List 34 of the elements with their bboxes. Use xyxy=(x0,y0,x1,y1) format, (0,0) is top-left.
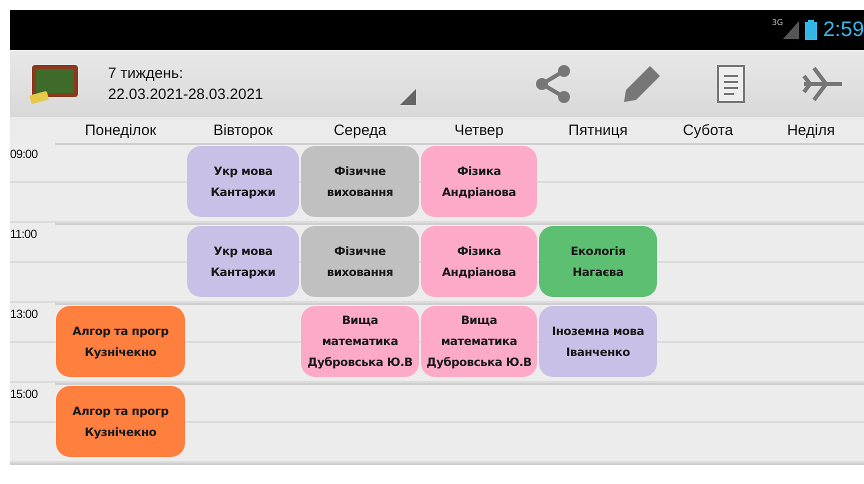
day-header: Субота xyxy=(682,122,734,138)
dropdown-corner-icon[interactable] xyxy=(400,89,416,105)
clock-text: 2:59 xyxy=(823,18,864,42)
lesson-block[interactable]: Укр мова Кантаржи xyxy=(187,146,299,217)
lesson-block[interactable]: Фізика Андріанова xyxy=(421,146,537,217)
time-label: 11:00 xyxy=(10,226,38,241)
signal-icon xyxy=(783,21,800,39)
day-header: Вівторок xyxy=(212,122,274,138)
lesson-block[interactable]: Фізичне виховання xyxy=(301,146,419,217)
network-type-text: 3G xyxy=(772,18,784,27)
battery-icon xyxy=(805,20,818,40)
time-label: 09:00 xyxy=(10,146,39,161)
lesson-block[interactable]: Вища математика Дубровська Ю.В xyxy=(301,306,419,377)
day-header: Четвер xyxy=(453,122,505,138)
time-label: 15:00 xyxy=(10,386,39,401)
day-header: Понеділок xyxy=(84,122,158,138)
lesson-block[interactable]: Вища математика Дубровська Ю.В xyxy=(421,306,537,377)
document-button[interactable] xyxy=(716,64,746,104)
day-header: Середа xyxy=(332,122,388,138)
week-number-text: 7 тиждень: xyxy=(108,64,184,84)
lesson-block[interactable]: Укр мова Кантаржи xyxy=(187,226,299,297)
lesson-block[interactable]: Екологія Нагаєва xyxy=(539,226,657,297)
lesson-block[interactable]: Фізичне виховання xyxy=(301,226,419,297)
chalkboard-icon xyxy=(30,62,80,104)
lesson-block[interactable]: Фізика Андріанова xyxy=(421,226,537,297)
time-label: 13:00 xyxy=(10,306,39,321)
date-range-text: 22.03.2021-28.03.2021 xyxy=(108,84,264,104)
lesson-block[interactable]: Алгор та прогр Кузнічекно xyxy=(56,306,185,377)
day-header: Неділя xyxy=(786,122,836,138)
lesson-block[interactable]: Алгор та прогр Кузнічекно xyxy=(56,386,185,457)
edit-button[interactable] xyxy=(622,64,662,104)
lesson-block[interactable]: Іноземна мова Іванченко xyxy=(539,306,657,377)
share-button[interactable] xyxy=(534,64,572,104)
day-header: Пятниця xyxy=(567,122,629,138)
